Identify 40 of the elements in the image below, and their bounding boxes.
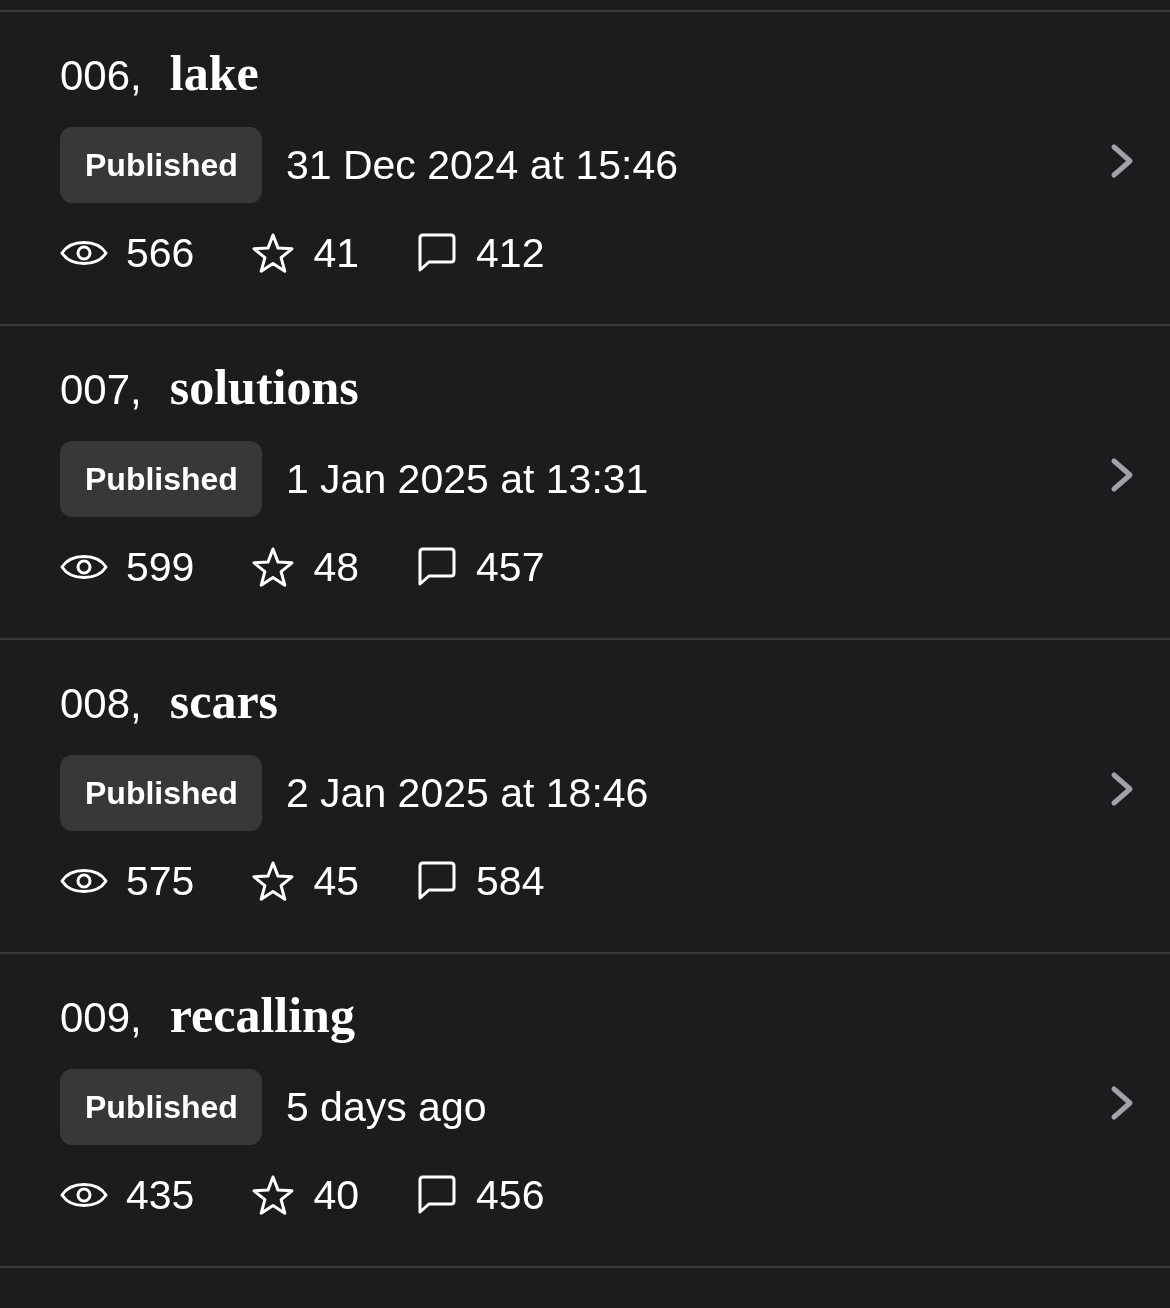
star-icon xyxy=(251,1174,296,1216)
post-title: lake xyxy=(169,45,259,101)
post-date: 31 Dec 2024 at 15:46 xyxy=(285,141,678,190)
status-badge: Published xyxy=(60,127,262,203)
star-icon xyxy=(251,860,296,902)
star-icon xyxy=(251,546,296,588)
view-count: 566 xyxy=(126,229,195,277)
comment-count: 456 xyxy=(476,1171,545,1219)
status-badge: Published xyxy=(60,1069,262,1145)
star-icon xyxy=(251,232,296,274)
post-title: scars xyxy=(169,673,279,729)
chevron-right-icon[interactable] xyxy=(1110,457,1134,493)
comment-count: 584 xyxy=(476,857,545,905)
post-title: solutions xyxy=(169,359,359,415)
post-title: recalling xyxy=(169,987,355,1043)
view-count: 435 xyxy=(126,1171,195,1219)
speech-bubble-icon xyxy=(416,1175,459,1215)
view-count: 575 xyxy=(126,857,195,905)
post-number: 008, xyxy=(60,679,142,729)
star-count: 48 xyxy=(313,543,360,591)
comment-count: 412 xyxy=(476,229,545,277)
comment-count: 457 xyxy=(476,543,545,591)
speech-bubble-icon xyxy=(416,233,459,273)
chevron-right-icon[interactable] xyxy=(1110,1085,1134,1121)
star-count: 40 xyxy=(313,1171,360,1219)
view-count: 599 xyxy=(126,543,195,591)
status-badge: Published xyxy=(60,441,262,517)
post-number: 007, xyxy=(60,365,142,415)
post-number: 006, xyxy=(60,51,142,101)
post-date: 1 Jan 2025 at 13:31 xyxy=(285,455,649,504)
post-number: 009, xyxy=(60,993,142,1043)
star-count: 45 xyxy=(313,857,360,905)
status-badge: Published xyxy=(60,755,262,831)
post-date: 2 Jan 2025 at 18:46 xyxy=(285,769,649,818)
speech-bubble-icon xyxy=(416,547,459,587)
chevron-right-icon[interactable] xyxy=(1110,143,1134,179)
chevron-right-icon[interactable] xyxy=(1110,771,1134,807)
post-date: 5 days ago xyxy=(285,1083,487,1132)
star-count: 41 xyxy=(313,229,360,277)
speech-bubble-icon xyxy=(416,861,459,901)
